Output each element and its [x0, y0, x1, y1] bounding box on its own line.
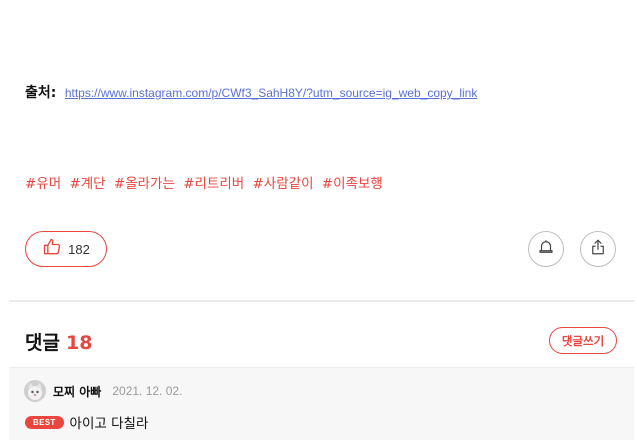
comment-author[interactable]: 모찌 아빠: [53, 383, 101, 400]
comments-count: 18: [65, 332, 93, 354]
source-label: 출처:: [25, 85, 57, 101]
comment-text: 아이고 다칠라: [69, 416, 149, 432]
subscribe-button[interactable]: [528, 231, 564, 267]
tag-item[interactable]: #올라가는: [114, 176, 175, 192]
thumbs-up-icon: [42, 237, 62, 261]
comment-date: 2021. 12. 02.: [112, 384, 183, 398]
tag-item[interactable]: #리트리버: [183, 176, 244, 192]
share-icon: [589, 238, 607, 260]
section-divider: [9, 300, 634, 302]
source-row: 출처: https://www.instagram.com/p/CWf3_Sah…: [25, 82, 477, 102]
comment-item: 모찌 아빠 2021. 12. 02. BEST 아이고 다칠라: [9, 367, 634, 440]
tag-item[interactable]: #유머: [25, 176, 61, 192]
like-count: 182: [68, 241, 90, 257]
write-comment-button[interactable]: 댓글쓰기: [549, 327, 617, 354]
avatar[interactable]: [24, 380, 46, 402]
source-link[interactable]: https://www.instagram.com/p/CWf3_SahH8Y/…: [65, 86, 478, 100]
share-button[interactable]: [580, 231, 616, 267]
comments-title: 댓글: [25, 332, 60, 354]
tag-item[interactable]: #계단: [69, 176, 105, 192]
tag-item[interactable]: #이족보행: [322, 176, 383, 192]
best-badge: BEST: [25, 415, 64, 429]
bell-icon: [537, 238, 555, 260]
tag-list: #유머 #계단 #올라가는 #리트리버 #사람같이 #이족보행: [25, 172, 387, 192]
comments-header: 댓글 18: [25, 328, 92, 355]
tag-item[interactable]: #사람같이: [253, 176, 314, 192]
comment-body: BEST 아이고 다칠라: [25, 412, 148, 432]
like-button[interactable]: 182: [25, 231, 107, 267]
comment-meta: 모찌 아빠 2021. 12. 02.: [24, 380, 182, 402]
